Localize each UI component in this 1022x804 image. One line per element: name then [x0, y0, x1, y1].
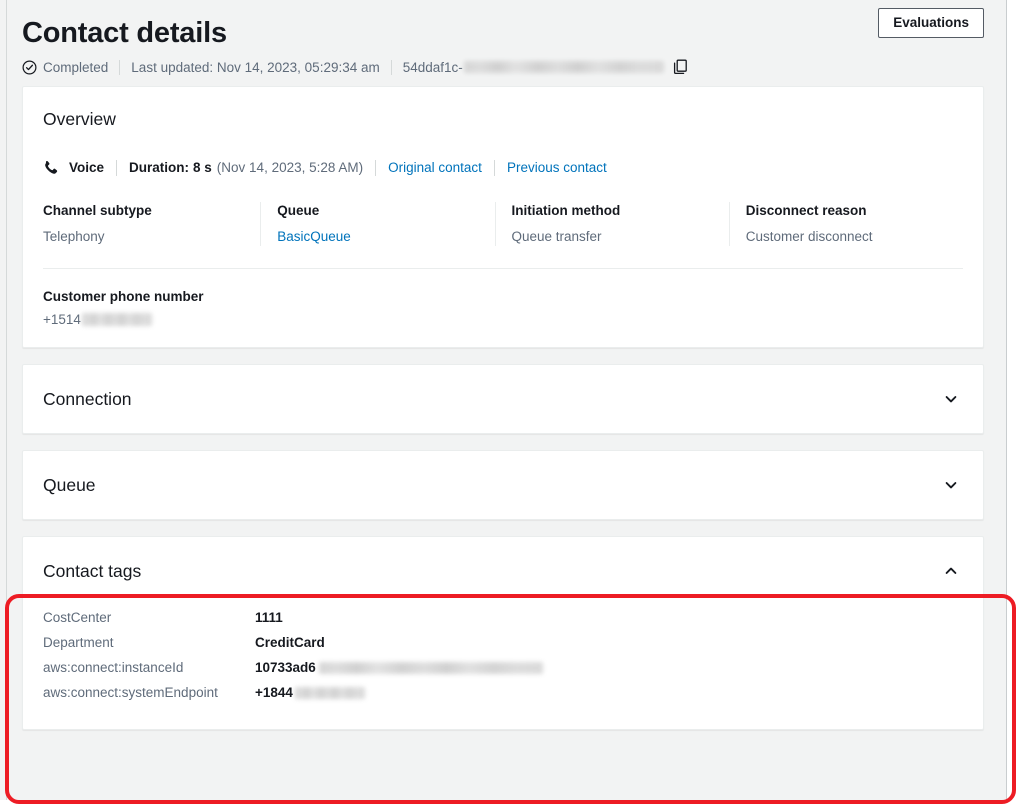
tag-value-redacted	[295, 687, 365, 699]
duration-value: 8 s	[193, 160, 212, 175]
overview-divider-1	[116, 160, 117, 176]
chevron-up-icon[interactable]	[943, 563, 959, 579]
detail-col-disconnect-reason: Disconnect reason Customer disconnect	[729, 202, 963, 246]
tag-value-row: 10733ad6	[255, 655, 543, 680]
duration-timestamp: (Nov 14, 2023, 5:28 AM)	[217, 160, 363, 175]
customer-phone-block: Customer phone number +1514	[43, 289, 963, 327]
status-badge: Completed	[22, 60, 108, 75]
status-label: Completed	[43, 60, 108, 75]
table-row: CostCenter 1111	[43, 605, 963, 630]
right-scroll-gutter[interactable]	[1006, 0, 1022, 800]
tag-key: Department	[43, 630, 255, 655]
detail-label: Queue	[277, 202, 494, 220]
contact-tags-list: CostCenter 1111 Department CreditCard aw…	[43, 605, 963, 705]
table-row: aws:connect:systemEndpoint +1844	[43, 680, 963, 705]
overview-summary-row: Voice Duration: 8 s (Nov 14, 2023, 5:28 …	[43, 159, 963, 176]
channel-label: Voice	[69, 160, 104, 175]
evaluations-button[interactable]: Evaluations	[878, 8, 984, 38]
contact-id: 54ddaf1c-	[403, 58, 690, 76]
tag-value-row: +1844	[255, 680, 365, 705]
detail-value: BasicQueue	[277, 228, 494, 246]
queue-header[interactable]: Queue	[43, 473, 963, 497]
queue-card[interactable]: Queue	[22, 450, 984, 520]
page-header: Contact details Completed Last updated: …	[8, 0, 1006, 86]
overview-divider	[43, 268, 963, 269]
phone-icon	[43, 159, 60, 176]
tag-value: 10733ad6	[255, 655, 316, 680]
contact-tags-header[interactable]: Contact tags	[43, 559, 963, 583]
queue-title: Queue	[43, 473, 96, 497]
queue-link[interactable]: BasicQueue	[277, 229, 351, 244]
overview-divider-3	[494, 160, 495, 176]
chevron-down-icon[interactable]	[943, 477, 959, 493]
contact-id-text: 54ddaf1c-	[403, 60, 463, 75]
chevron-down-icon[interactable]	[943, 391, 959, 407]
detail-col-channel-subtype: Channel subtype Telephony	[43, 202, 260, 246]
overview-card: Overview Voice Duration: 8 s (Nov 14, 20…	[22, 86, 984, 348]
overview-detail-grid: Channel subtype Telephony Queue BasicQue…	[43, 202, 963, 246]
left-gutter	[0, 0, 7, 800]
page-title: Contact details	[22, 8, 984, 52]
overview-divider-2	[375, 160, 376, 176]
contact-tags-card: Contact tags CostCenter 1111	[22, 536, 984, 730]
connection-title: Connection	[43, 387, 132, 411]
page-meta-row: Completed Last updated: Nov 14, 2023, 05…	[22, 58, 984, 76]
customer-phone-label: Customer phone number	[43, 289, 963, 304]
connection-header[interactable]: Connection	[43, 387, 963, 411]
detail-col-queue: Queue BasicQueue	[260, 202, 494, 246]
detail-label: Channel subtype	[43, 202, 260, 220]
copy-icon[interactable]	[672, 58, 690, 76]
contact-details-screen: Contact details Completed Last updated: …	[0, 0, 1022, 800]
detail-label: Initiation method	[512, 202, 729, 220]
table-row: Department CreditCard	[43, 630, 963, 655]
tag-value: +1844	[255, 680, 293, 705]
customer-phone-value-row: +1514	[43, 312, 963, 327]
tag-key: CostCenter	[43, 605, 255, 630]
detail-label: Disconnect reason	[746, 202, 963, 220]
contact-tags-title: Contact tags	[43, 559, 141, 583]
previous-contact-link[interactable]: Previous contact	[507, 160, 607, 175]
page-content: Contact details Completed Last updated: …	[8, 0, 1006, 800]
tag-value: CreditCard	[255, 630, 325, 655]
detail-value: Telephony	[43, 228, 260, 246]
customer-phone-redacted	[82, 313, 152, 326]
last-updated: Last updated: Nov 14, 2023, 05:29:34 am	[131, 60, 379, 75]
check-circle-icon	[22, 60, 37, 75]
tag-value-redacted	[319, 662, 543, 674]
tag-value: 1111	[255, 605, 283, 630]
customer-phone-value: +1514	[43, 312, 81, 327]
tag-key: aws:connect:instanceId	[43, 655, 255, 680]
detail-value: Customer disconnect	[746, 228, 963, 246]
meta-divider-1	[119, 60, 120, 75]
table-row: aws:connect:instanceId 10733ad6	[43, 655, 963, 680]
duration-label: Duration:	[129, 160, 189, 175]
contact-id-redacted	[464, 61, 664, 73]
overview-title: Overview	[43, 107, 963, 131]
tag-key: aws:connect:systemEndpoint	[43, 680, 255, 705]
connection-card[interactable]: Connection	[22, 364, 984, 434]
meta-divider-2	[391, 60, 392, 75]
detail-col-initiation-method: Initiation method Queue transfer	[495, 202, 729, 246]
cards-container: Overview Voice Duration: 8 s (Nov 14, 20…	[8, 86, 1006, 730]
detail-value: Queue transfer	[512, 228, 729, 246]
original-contact-link[interactable]: Original contact	[388, 160, 482, 175]
